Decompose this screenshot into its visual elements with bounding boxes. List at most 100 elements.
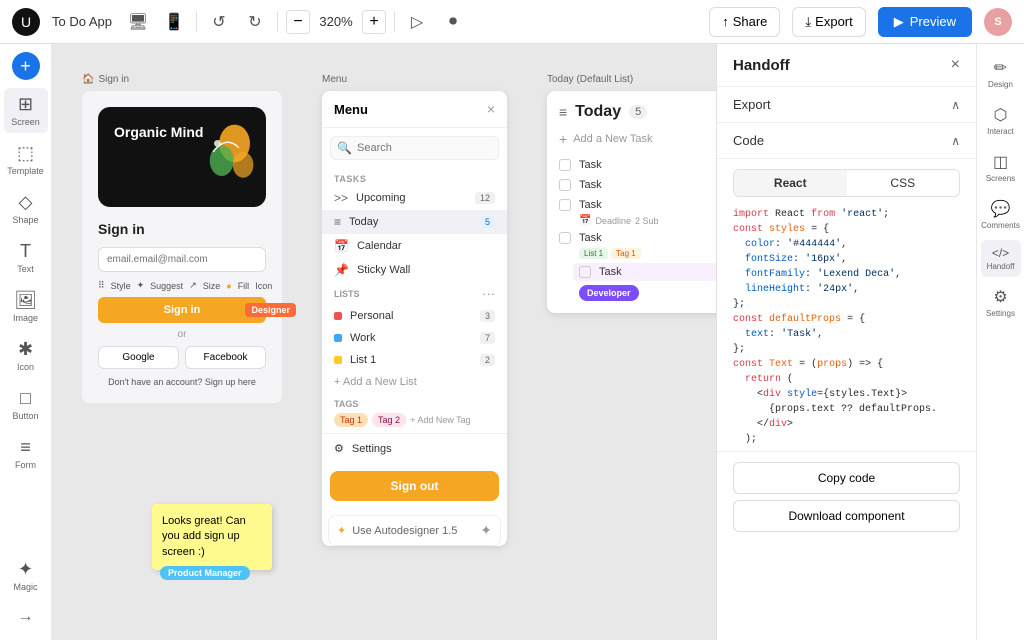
menu-item-today[interactable]: ≡ Today 5 <box>322 210 507 234</box>
personal-label: Personal <box>350 310 393 322</box>
today-frame-label: Today (Default List) <box>547 74 716 85</box>
add-screen-button[interactable]: + <box>12 52 40 80</box>
sidebar-item-icon[interactable]: ✱ Icon <box>4 333 48 378</box>
menu-item-calendar[interactable]: 📅 Calendar <box>322 234 507 258</box>
menu-item-upcoming[interactable]: >> Upcoming 12 <box>322 186 507 210</box>
record-icon[interactable]: ⏺ <box>439 8 467 36</box>
add-list-button[interactable]: + Add a New List <box>322 371 507 393</box>
facebook-button[interactable]: Facebook <box>185 346 266 369</box>
monitor-icon[interactable]: 🖥 <box>124 8 152 36</box>
export-button[interactable]: ⤓ Export <box>792 7 865 37</box>
lists-more-icon[interactable]: ··· <box>482 286 495 301</box>
add-tag-button[interactable]: + Add New Tag <box>410 415 471 425</box>
task-checkbox[interactable] <box>559 199 571 211</box>
tablet-icon[interactable]: 📱 <box>160 8 188 36</box>
task-checkbox[interactable] <box>559 159 571 171</box>
menu-frame: Menu Menu × 🔍 TASKS >> Upcoming <box>322 74 507 552</box>
today-count: 5 <box>480 216 495 228</box>
download-component-button[interactable]: Download component <box>733 500 960 532</box>
zoom-out-button[interactable]: − <box>286 10 310 34</box>
subtask-label: 2 Sub <box>635 216 659 226</box>
signin-button[interactable]: Sign in <box>98 297 266 323</box>
menu-item-settings[interactable]: ⚙ Settings <box>322 433 507 463</box>
sidebar-item-shape[interactable]: ◇ Shape <box>4 186 48 231</box>
suggest-label[interactable]: Suggest <box>150 281 183 291</box>
task-tag[interactable]: List 1 <box>579 248 608 259</box>
sidebar-item-template[interactable]: ⬚ Template <box>4 137 48 182</box>
preview-play-icon: ▶ <box>894 14 904 30</box>
or-divider: or <box>98 329 266 340</box>
code-actions: Copy code Download component <box>717 451 976 542</box>
task-checkbox[interactable] <box>559 232 571 244</box>
size-label[interactable]: Size <box>203 281 221 291</box>
code-section-header[interactable]: Code ∧ <box>733 133 960 148</box>
rail-item-interact[interactable]: ⬡ Interact <box>981 99 1021 142</box>
autodesigner-bar[interactable]: ✦ Use Autodesigner 1.5 ✦ <box>328 515 501 546</box>
lists-header: LISTS ··· <box>322 282 507 305</box>
collapse-arrow[interactable]: → <box>12 602 40 632</box>
sidebar-item-magic[interactable]: ✦ Magic <box>4 553 48 598</box>
signup-link[interactable]: Don't have an account? Sign up here <box>98 377 266 387</box>
undo-icon[interactable]: ↺ <box>205 8 233 36</box>
designer-badge: Designer <box>245 303 296 317</box>
task-checkbox[interactable] <box>579 266 591 278</box>
signin-title: Sign in <box>98 221 266 237</box>
menu-item-sticky-wall[interactable]: 📌 Sticky Wall <box>322 258 507 282</box>
sidebar-item-form[interactable]: ≡ Form <box>4 431 48 476</box>
add-task-row[interactable]: + Add a New Task <box>559 131 716 147</box>
icon-label[interactable]: Icon <box>255 281 272 291</box>
share-button[interactable]: ↑ Share <box>709 7 780 37</box>
react-tab[interactable]: React <box>734 170 847 196</box>
search-input[interactable] <box>330 136 499 160</box>
copy-code-button[interactable]: Copy code <box>733 462 960 494</box>
app-logo: U <box>12 8 40 36</box>
signin-box: Organic Mind Sign in <box>82 91 282 403</box>
rail-item-settings[interactable]: ⚙ Settings <box>981 281 1021 324</box>
tasks-section-label: TASKS <box>322 168 507 186</box>
fill-label[interactable]: Fill <box>238 281 250 291</box>
zoom-controls: − 320% + <box>286 10 386 34</box>
zoom-in-button[interactable]: + <box>362 10 386 34</box>
upcoming-icon: >> <box>334 191 348 205</box>
interact-icon: ⬡ <box>994 105 1008 125</box>
user-avatar[interactable]: S <box>984 8 1012 36</box>
preview-button[interactable]: ▶ Preview <box>878 7 972 37</box>
task-deadline: 📅 Deadline 2 Sub <box>579 215 716 226</box>
signout-button[interactable]: Sign out <box>330 471 499 501</box>
rail-item-screens[interactable]: ◫ Screens <box>981 146 1021 189</box>
sidebar-item-button[interactable]: □ Button <box>4 382 48 427</box>
redo-icon[interactable]: ↻ <box>241 8 269 36</box>
icon-icon: ✱ <box>18 339 33 360</box>
play-icon[interactable]: ▷ <box>403 8 431 36</box>
google-button[interactable]: Google <box>98 346 179 369</box>
today-label: Today <box>349 216 378 228</box>
add-list-label: + Add a New List <box>334 376 417 388</box>
export-section-header[interactable]: Export ∧ <box>733 97 960 112</box>
topbar: U To Do App 🖥 📱 ↺ ↻ − 320% + ▷ ⏺ ↑ Share… <box>0 0 1024 44</box>
sidebar-item-image[interactable]: 🖼 Image <box>4 284 48 329</box>
upcoming-count: 12 <box>475 192 495 204</box>
menu-item-list1[interactable]: List 1 2 <box>322 349 507 371</box>
rail-item-design[interactable]: ✏ Design <box>981 52 1021 95</box>
task-tag[interactable]: Tag 1 <box>611 248 641 259</box>
sidebar-item-screen[interactable]: ⊞ Screen <box>4 88 48 133</box>
menu-item-personal[interactable]: Personal 3 <box>322 305 507 327</box>
rail-item-handoff[interactable]: </> Handoff <box>981 240 1021 277</box>
style-label[interactable]: Style <box>111 281 131 291</box>
menu-close-button[interactable]: × <box>487 101 495 117</box>
css-tab[interactable]: CSS <box>847 170 960 196</box>
email-input[interactable] <box>98 247 266 272</box>
tag-1[interactable]: Tag 1 <box>334 413 368 427</box>
task-checkbox[interactable] <box>559 179 571 191</box>
sidebar-item-text[interactable]: T Text <box>4 235 48 280</box>
canvas[interactable]: 🏠 Sign in Organic Mind <box>52 44 716 640</box>
menu-item-work[interactable]: Work 7 <box>322 327 507 349</box>
share-icon: ↑ <box>722 14 729 29</box>
upcoming-label: Upcoming <box>356 192 406 204</box>
rail-item-comments[interactable]: 💬 Comments <box>981 193 1021 236</box>
code-block: import React from 'react'; const styles … <box>733 207 960 447</box>
tag-2[interactable]: Tag 2 <box>372 413 406 427</box>
menu-header: Menu × <box>322 91 507 128</box>
handoff-close-button[interactable]: × <box>951 56 960 74</box>
right-rail: ✏ Design ⬡ Interact ◫ Screens 💬 Comments… <box>976 44 1024 640</box>
